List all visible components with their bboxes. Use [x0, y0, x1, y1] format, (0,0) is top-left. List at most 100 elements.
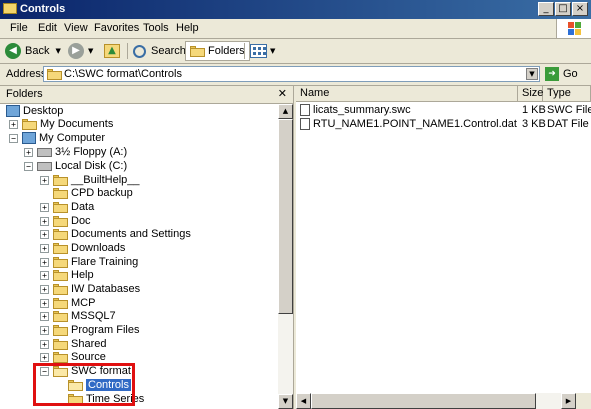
toolbar: ◀ Back ▼ ▶ ▼ ▲ Search Folders ▼ — [0, 39, 591, 64]
menu-help[interactable]: Help — [176, 22, 199, 34]
tree-item-floppy[interactable]: 3½ Floppy (A:) — [37, 145, 127, 159]
tree-item-my-computer[interactable]: My Computer — [22, 131, 105, 145]
address-dropdown-icon[interactable]: ▼ — [526, 68, 538, 80]
folder-icon — [22, 118, 37, 130]
tree-item-downloads[interactable]: Downloads — [53, 241, 125, 255]
column-size[interactable]: Size — [518, 86, 543, 102]
scroll-down-icon[interactable]: ▼ — [278, 394, 293, 409]
tree-item-shared[interactable]: Shared — [53, 337, 106, 351]
file-name: licats_summary.swc — [313, 104, 411, 116]
file-list: Name Size Type licats_summary.swc 1 KB S… — [296, 86, 591, 409]
folder-icon — [53, 338, 68, 350]
expand-icon[interactable]: + — [40, 326, 49, 335]
expand-icon[interactable]: + — [40, 299, 49, 308]
collapse-icon[interactable]: − — [24, 162, 33, 171]
tree-item-help[interactable]: Help — [53, 268, 94, 282]
forward-button[interactable]: ▶ ▼ — [68, 42, 93, 60]
scroll-left-icon[interactable]: ◀ — [296, 393, 311, 409]
chevron-down-icon[interactable]: ▼ — [88, 47, 93, 55]
size-grip — [576, 393, 591, 409]
folder-icon — [53, 283, 68, 295]
back-label: Back — [25, 45, 50, 57]
table-row[interactable]: RTU_NAME1.POINT_NAME1.Control.dat 3 KB D… — [296, 117, 591, 131]
chevron-down-icon[interactable]: ▼ — [55, 47, 60, 55]
collapse-icon[interactable]: − — [9, 134, 18, 143]
expand-icon[interactable]: + — [40, 244, 49, 253]
expand-icon[interactable]: + — [40, 353, 49, 362]
folder-icon — [53, 297, 68, 309]
column-type[interactable]: Type — [543, 86, 591, 102]
expand-icon[interactable]: + — [40, 285, 49, 294]
tree-item-data[interactable]: Data — [53, 200, 94, 214]
tree-item-doc[interactable]: Doc — [53, 214, 91, 228]
tree-item-mcp[interactable]: MCP — [53, 296, 95, 310]
chevron-down-icon[interactable]: ▼ — [270, 47, 275, 55]
expand-icon[interactable]: + — [40, 203, 49, 212]
go-label: Go — [563, 68, 578, 80]
expand-icon[interactable]: + — [40, 271, 49, 280]
tree-item-desktop[interactable]: Desktop — [6, 104, 63, 118]
tree-item-builthelp[interactable]: __BuiltHelp__ — [53, 173, 140, 187]
expand-icon[interactable]: + — [40, 312, 49, 321]
folders-scrollbar[interactable]: ▲ ▼ — [278, 104, 293, 409]
expand-icon[interactable]: + — [9, 120, 18, 129]
tree-item-source[interactable]: Source — [53, 350, 106, 364]
window-title: Controls — [20, 3, 66, 15]
folder-icon — [53, 351, 68, 363]
tree-item-mssql7[interactable]: MSSQL7 — [53, 309, 116, 323]
folder-icon — [47, 69, 62, 80]
computer-icon — [22, 132, 36, 144]
go-button[interactable]: ➜ Go — [545, 66, 578, 82]
folder-icon — [53, 324, 68, 336]
tree-item-iw-databases[interactable]: IW Databases — [53, 282, 140, 296]
expand-icon[interactable]: + — [24, 148, 33, 157]
column-name[interactable]: Name — [296, 86, 518, 102]
expand-icon[interactable]: + — [40, 217, 49, 226]
maximize-button[interactable]: □ — [555, 2, 571, 16]
minimize-button[interactable]: _ — [538, 2, 554, 16]
menu-file[interactable]: File — [10, 22, 28, 34]
folder-icon — [53, 269, 68, 281]
folder-icon — [53, 201, 68, 213]
folder-icon — [53, 310, 68, 322]
file-type: DAT File — [547, 118, 589, 130]
tree-item-my-documents[interactable]: My Documents — [22, 117, 113, 131]
close-button[interactable]: × — [572, 2, 588, 16]
expand-icon[interactable]: + — [40, 176, 49, 185]
scroll-up-icon[interactable]: ▲ — [278, 104, 293, 119]
scroll-right-icon[interactable]: ▶ — [561, 393, 576, 409]
menu-tools[interactable]: Tools — [143, 22, 169, 34]
tree-item-documents-and-settings[interactable]: Documents and Settings — [53, 227, 191, 241]
scroll-thumb[interactable] — [278, 119, 293, 314]
menu-edit[interactable]: Edit — [38, 22, 57, 34]
folders-title: Folders — [6, 88, 43, 100]
menu-favorites[interactable]: Favorites — [94, 22, 139, 34]
folders-icon — [190, 45, 205, 57]
menu-view[interactable]: View — [64, 22, 88, 34]
file-icon — [300, 118, 310, 130]
folder-icon — [3, 3, 17, 14]
folder-icon — [53, 187, 68, 199]
title-bar[interactable]: Controls _ □ × — [0, 0, 591, 19]
address-label: Address — [6, 68, 47, 80]
close-icon[interactable]: ✕ — [278, 87, 287, 100]
back-button[interactable]: ◀ Back ▼ — [5, 42, 61, 60]
tree-item-cpd-backup[interactable]: CPD backup — [53, 186, 133, 200]
tree-item-program-files[interactable]: Program Files — [53, 323, 139, 337]
expand-icon[interactable]: + — [40, 230, 49, 239]
tree-item-flare-training[interactable]: Flare Training — [53, 255, 138, 269]
tree-item-local-disk[interactable]: Local Disk (C:) — [37, 159, 127, 173]
toolbar-separator — [127, 43, 128, 59]
address-input[interactable]: C:\SWC format\Controls ▼ — [43, 66, 540, 82]
folders-button[interactable]: Folders — [185, 41, 250, 61]
expand-icon[interactable]: + — [40, 258, 49, 267]
views-button[interactable]: ▼ — [250, 42, 275, 60]
files-horizontal-scrollbar[interactable]: ◀ ▶ — [296, 393, 576, 409]
up-folder-button[interactable]: ▲ — [104, 42, 120, 60]
expand-icon[interactable]: + — [40, 340, 49, 349]
scroll-thumb[interactable] — [311, 393, 536, 409]
table-row[interactable]: licats_summary.swc 1 KB SWC File — [296, 103, 591, 117]
file-name: RTU_NAME1.POINT_NAME1.Control.dat — [313, 118, 517, 130]
address-bar: Address C:\SWC format\Controls ▼ ➜ Go — [0, 64, 591, 86]
search-button[interactable]: Search — [133, 42, 186, 60]
